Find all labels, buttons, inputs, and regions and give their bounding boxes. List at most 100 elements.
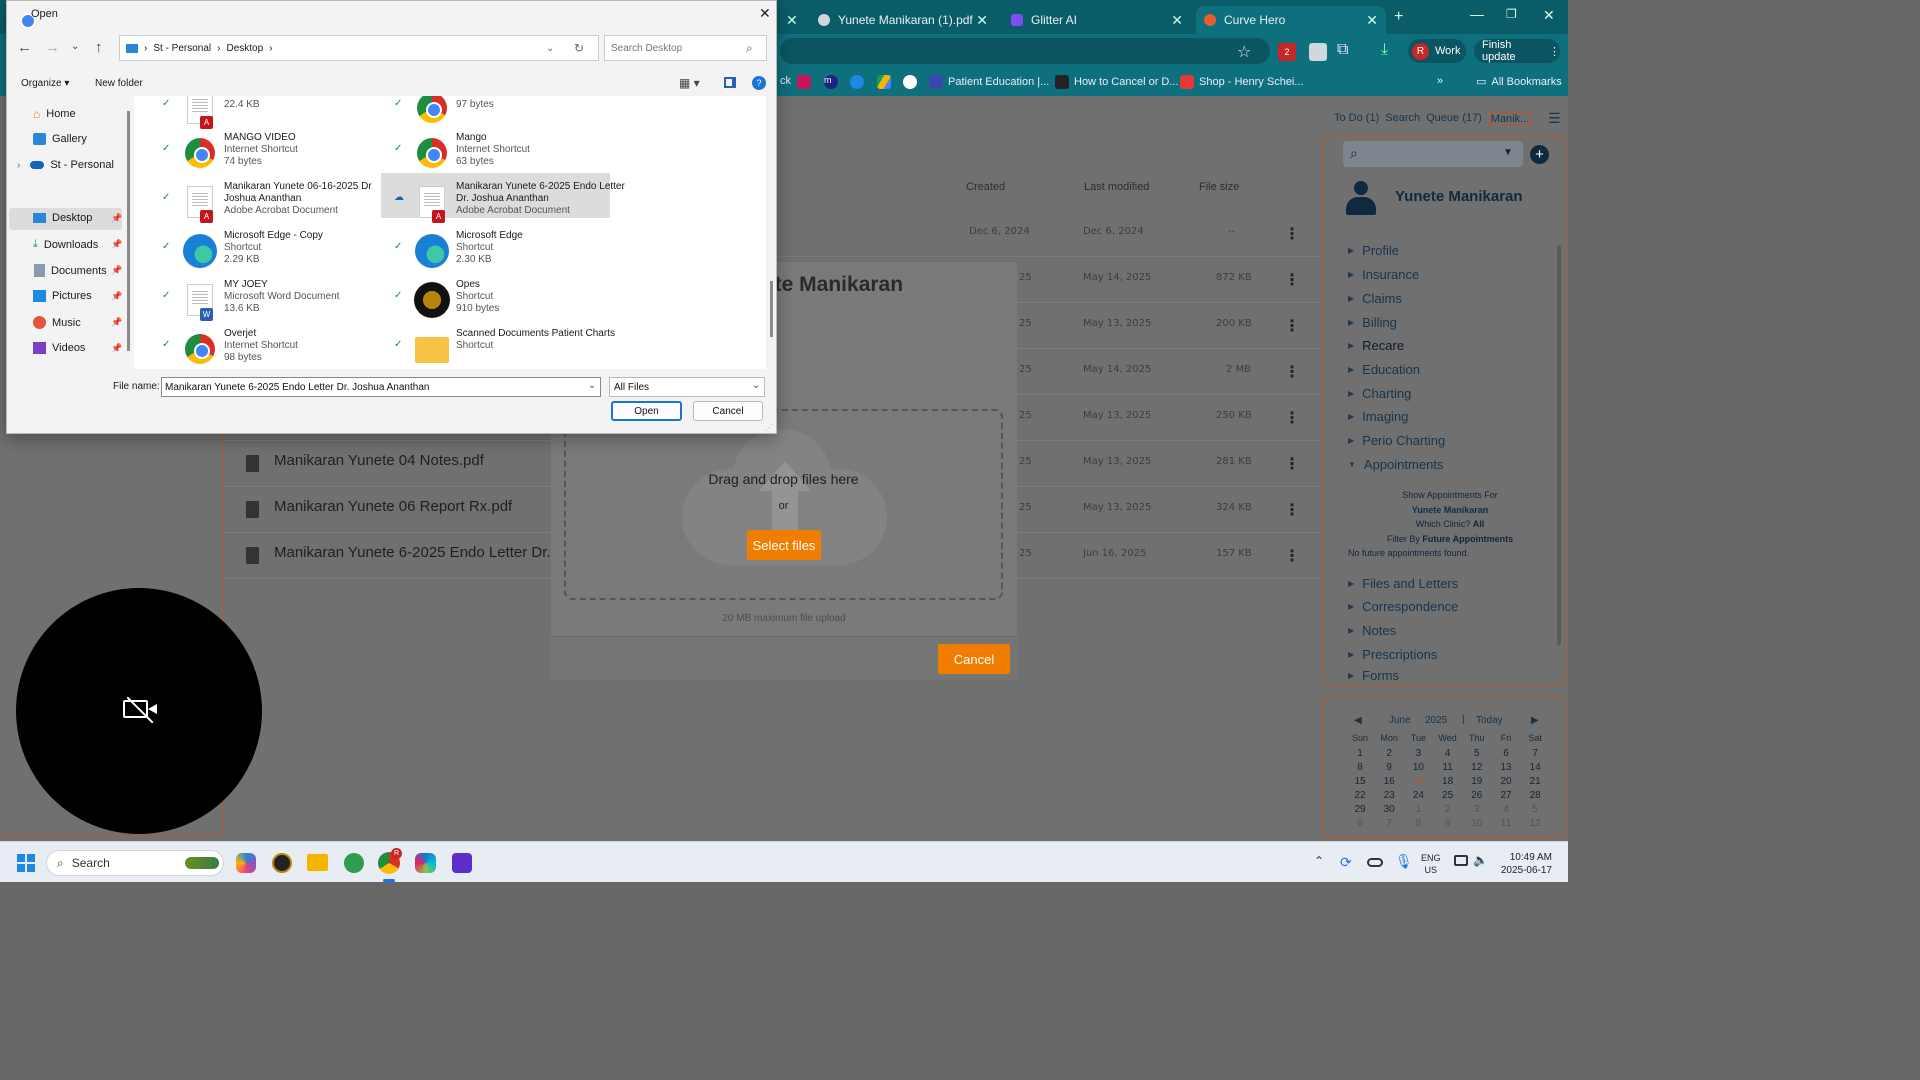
green-app-icon[interactable] [344,853,364,873]
calendar-day[interactable]: 26 [1467,790,1487,801]
patient-search-input[interactable]: ⌕ ▼ [1343,141,1523,167]
calendar-day[interactable]: 21 [1525,776,1545,787]
patient-tab[interactable]: Manik... [1487,112,1533,126]
column-size[interactable]: File size [1199,181,1239,193]
calendar-day[interactable]: 11 [1496,818,1516,829]
appointment-patient[interactable]: Yunete Manikaran [1340,503,1560,518]
nav-insurance[interactable]: ▶ Insurance [1348,267,1419,282]
file-item-right-0[interactable]: ✓ Internet Shortcut97 bytes [394,96,632,132]
tab-pdf[interactable]: Yunete Manikaran (1).pdf ✕ [810,6,996,34]
clinic-value[interactable]: All [1473,519,1485,529]
file-item-left-3[interactable]: ✓ Microsoft Edge - Copy Shortcut 2.29 KB [162,227,400,275]
copilot-icon[interactable] [236,853,256,873]
today-link[interactable]: Today [1476,715,1503,726]
column-created[interactable]: Created [966,181,1005,193]
chrome-taskbar-icon[interactable]: R [378,848,402,874]
select-files-button[interactable]: Select files [747,530,821,560]
nav-imaging[interactable]: ▶ Imaging [1348,409,1408,424]
tab-curve-hero[interactable]: Curve Hero ✕ [1196,6,1386,34]
row-menu-icon[interactable]: ⋮ [1284,270,1300,290]
close-icon[interactable]: ✕ [786,12,798,29]
row-menu-icon[interactable]: ⋮ [1284,316,1300,336]
sidebar-item-desktop[interactable]: Desktop 📌 [29,212,122,224]
close-icon[interactable]: ✕ [1171,12,1183,29]
calendar-day[interactable]: 2 [1438,804,1458,815]
address-bar[interactable] [780,38,1270,64]
row-menu-icon[interactable]: ⋮ [1284,500,1300,520]
bookmark-partial[interactable]: ck [780,75,791,87]
puzzle-icon[interactable]: ⧉ [1337,41,1348,59]
file-name[interactable]: Manikaran Yunete 06 Report Rx.pdf [274,498,512,515]
drop-zone[interactable]: Drag and drop files here or Select files [564,409,1003,600]
bookmark-white-icon[interactable] [903,75,917,89]
row-menu-icon[interactable]: ⋮ [1284,546,1300,566]
up-icon[interactable]: ↑ [95,39,103,56]
calendar-day[interactable]: 3 [1408,748,1428,759]
calendar-day[interactable]: 27 [1496,790,1516,801]
sidebar-item-home[interactable]: ⌂ Home [29,107,76,121]
tab-close-partial[interactable]: ✕ [778,6,806,34]
calendar-day[interactable]: 19 [1467,776,1487,787]
expand-chevron-icon[interactable]: › [17,160,20,171]
sidebar-item-downloads[interactable]: ⤓ Downloads 📌 [29,238,122,251]
search-link[interactable]: Search [1385,112,1420,126]
calendar-day[interactable]: 5 [1467,748,1487,759]
calendar-day[interactable]: 24 [1408,790,1428,801]
bookmarks-overflow-icon[interactable]: » [1437,75,1443,87]
restore-icon[interactable]: ❐ [1506,7,1517,21]
bookmark-slack-icon[interactable] [797,75,811,89]
calendar-day[interactable]: 6 [1496,748,1516,759]
calendar-day[interactable]: 2 [1379,748,1399,759]
extension-off-icon[interactable] [1309,43,1327,61]
row-menu-icon[interactable]: ⋮ [1284,362,1300,382]
file-item-left-5[interactable]: ✓ Overjet Internet Shortcut 98 bytes [162,325,400,369]
windows-start-icon[interactable] [17,854,35,872]
help-icon[interactable]: ? [752,76,766,90]
prev-month-icon[interactable]: ◀ [1354,715,1362,726]
row-menu-icon[interactable]: ⋮ [1284,408,1300,428]
all-bookmarks[interactable]: ▭ All Bookmarks [1476,75,1562,89]
calendar-day[interactable]: 7 [1525,748,1545,759]
bookmark-m-icon[interactable]: m [824,75,838,89]
file-type-select[interactable]: All Files ⌄ [609,377,765,397]
calendar-month[interactable]: June [1389,715,1411,726]
sidebar-item-st-personal[interactable]: › St - Personal [17,159,114,171]
bookmark-how-to-cancel[interactable]: How to Cancel or D... [1055,75,1179,89]
recent-chevron-icon[interactable]: ⌄ [71,41,79,52]
download-icon[interactable]: ⤓ [1381,41,1388,59]
calendar-day[interactable]: 7 [1379,818,1399,829]
calendar-day[interactable]: 10 [1467,818,1487,829]
close-icon[interactable]: ✕ [976,12,988,29]
language-indicator[interactable]: ENG US [1421,852,1441,876]
bookmark-drive-icon[interactable] [877,75,891,89]
calendar-day[interactable]: 11 [1438,762,1458,773]
sidebar-item-pictures[interactable]: Pictures 📌 [29,290,122,302]
close-window-icon[interactable]: ✕ [1543,7,1555,24]
sync-icon[interactable]: ⟳ [1340,854,1352,871]
forward-icon[interactable]: → [45,39,60,56]
refresh-icon[interactable]: ↻ [574,41,584,55]
hamburger-icon[interactable]: ☰ [1548,110,1561,127]
file-name[interactable]: Manikaran Yunete 6-2025 Endo Letter Dr. [274,544,551,561]
profile-chip[interactable]: R Work [1408,39,1466,63]
chevron-down-icon[interactable]: ▼ [1503,147,1513,158]
calendar-day[interactable]: 1 [1408,804,1428,815]
panel-scrollbar[interactable] [1557,245,1561,645]
calendar-day[interactable]: 17 [1408,776,1428,787]
bookmark-henry-schein[interactable]: Shop - Henry Schei... [1180,75,1304,89]
dialog-search-input[interactable]: Search Desktop ⌕ [604,35,767,61]
nav-notes[interactable]: ▶ Notes [1348,623,1396,638]
nav-correspondence[interactable]: ▶ Correspondence [1348,599,1458,614]
calendar-day[interactable]: 18 [1438,776,1458,787]
calendar-day[interactable]: 29 [1350,804,1370,815]
calendar-day[interactable]: 22 [1350,790,1370,801]
preview-pane-icon[interactable] [724,77,736,88]
path-segment-desktop[interactable]: Desktop [227,43,264,54]
file-explorer-icon[interactable] [307,854,328,871]
calendar-day[interactable]: 8 [1408,818,1428,829]
nav-prescriptions[interactable]: ▶ Prescriptions [1348,647,1437,662]
row-menu-icon[interactable]: ⋮ [1284,454,1300,474]
path-bar[interactable]: › St - Personal › Desktop › ⌄ ↻ [119,35,599,61]
back-icon[interactable]: ← [17,39,32,56]
network-icon[interactable] [1454,855,1468,866]
